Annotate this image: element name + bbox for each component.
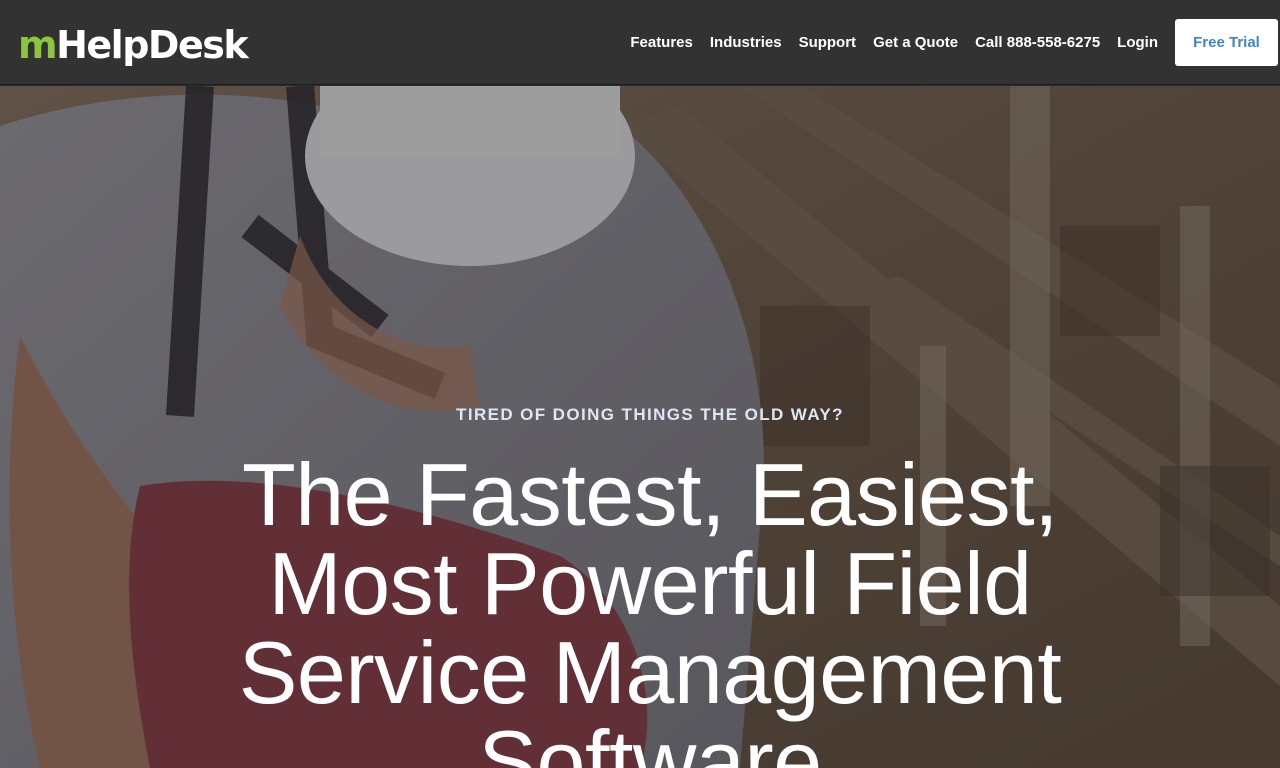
nav-support[interactable]: Support [799, 34, 857, 51]
logo-m: m [18, 23, 58, 67]
nav-industries[interactable]: Industries [710, 34, 782, 51]
hero-section: TIRED OF DOING THINGS THE OLD WAY? The F… [0, 86, 1280, 768]
nav-get-a-quote[interactable]: Get a Quote [873, 34, 958, 51]
site-header: m HelpDesk Features Industries Support Ge… [0, 0, 1280, 85]
logo-text: HelpDesk [56, 23, 249, 67]
nav-login[interactable]: Login [1117, 34, 1158, 51]
nav-features[interactable]: Features [630, 34, 693, 51]
nav-call-phone[interactable]: Call 888-558-6275 [975, 34, 1100, 51]
main-nav: Features Industries Support Get a Quote … [630, 19, 1278, 66]
free-trial-button[interactable]: Free Trial [1175, 19, 1278, 66]
hero-headline: The Fastest, Easiest, Most Powerful Fiel… [238, 445, 1062, 768]
hero-content: TIRED OF DOING THINGS THE OLD WAY? The F… [0, 404, 1280, 768]
mhelpdesk-logo[interactable]: m HelpDesk [18, 18, 249, 67]
hero-eyebrow: TIRED OF DOING THINGS THE OLD WAY? [456, 405, 844, 424]
